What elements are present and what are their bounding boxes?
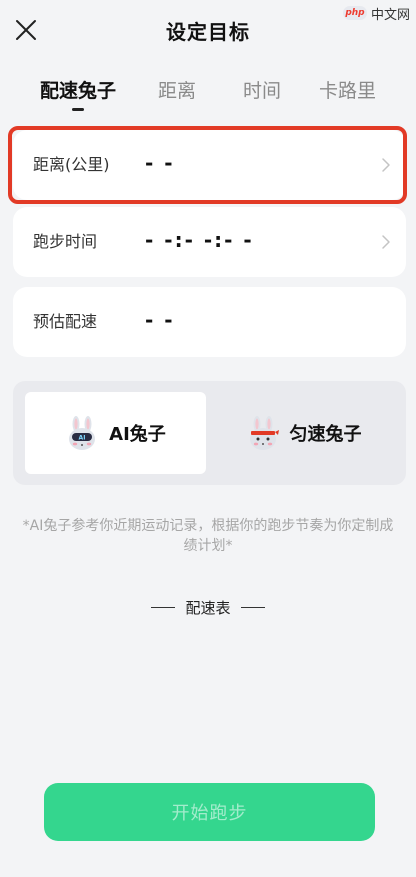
- run-time-label: 跑步时间: [33, 232, 98, 251]
- watermark-text: 中文网: [370, 7, 410, 23]
- tab-distance[interactable]: 距离: [158, 76, 196, 103]
- steady-rabbit-icon: [249, 416, 279, 450]
- tab-calories[interactable]: 卡路里: [319, 76, 376, 103]
- chevron-right-icon: [380, 156, 392, 174]
- steady-rabbit-label: 匀速兔子: [289, 424, 362, 445]
- watermark-logo: php: [342, 6, 367, 20]
- rabbit-mode-selector: AI AI兔子 匀速兔子: [13, 381, 406, 485]
- distance-field[interactable]: 距离(公里) - -: [13, 130, 406, 200]
- pace-table-heading: 配速表: [0, 596, 416, 618]
- header: 设定目标 php 中文网: [0, 0, 416, 60]
- ai-rabbit-label: AI兔子: [109, 424, 166, 445]
- run-time-field[interactable]: 跑步时间 - -:- -:- -: [13, 207, 406, 277]
- ai-rabbit-note: *AI兔子参考你近期运动记录，根据你的跑步节奏为你定制成绩计划*: [22, 518, 394, 554]
- steady-rabbit-option[interactable]: 匀速兔子: [213, 392, 394, 474]
- tab-time[interactable]: 时间: [243, 76, 281, 103]
- start-run-button[interactable]: 开始跑步: [44, 783, 375, 841]
- ai-rabbit-option[interactable]: AI AI兔子: [25, 392, 206, 474]
- tab-pace-rabbit[interactable]: 配速兔子: [40, 76, 116, 103]
- distance-value: - -: [145, 151, 175, 175]
- estimated-pace-value: - -: [145, 308, 175, 332]
- goal-tabs: 配速兔子 距离 时间 卡路里: [0, 72, 416, 114]
- ai-badge: AI: [79, 435, 86, 442]
- estimated-pace-field: 预估配速 - -: [13, 287, 406, 357]
- pace-table-title: 配速表: [185, 598, 231, 617]
- active-tab-indicator: [72, 108, 84, 111]
- divider-right: [240, 606, 265, 608]
- chevron-right-icon: [380, 233, 392, 251]
- ai-rabbit-icon: AI: [69, 416, 96, 450]
- divider-left: [151, 606, 176, 608]
- run-time-value: - -:- -:- -: [145, 228, 254, 252]
- estimated-pace-label: 预估配速: [33, 312, 98, 331]
- watermark: php 中文网: [342, 2, 410, 24]
- distance-label: 距离(公里): [33, 155, 110, 174]
